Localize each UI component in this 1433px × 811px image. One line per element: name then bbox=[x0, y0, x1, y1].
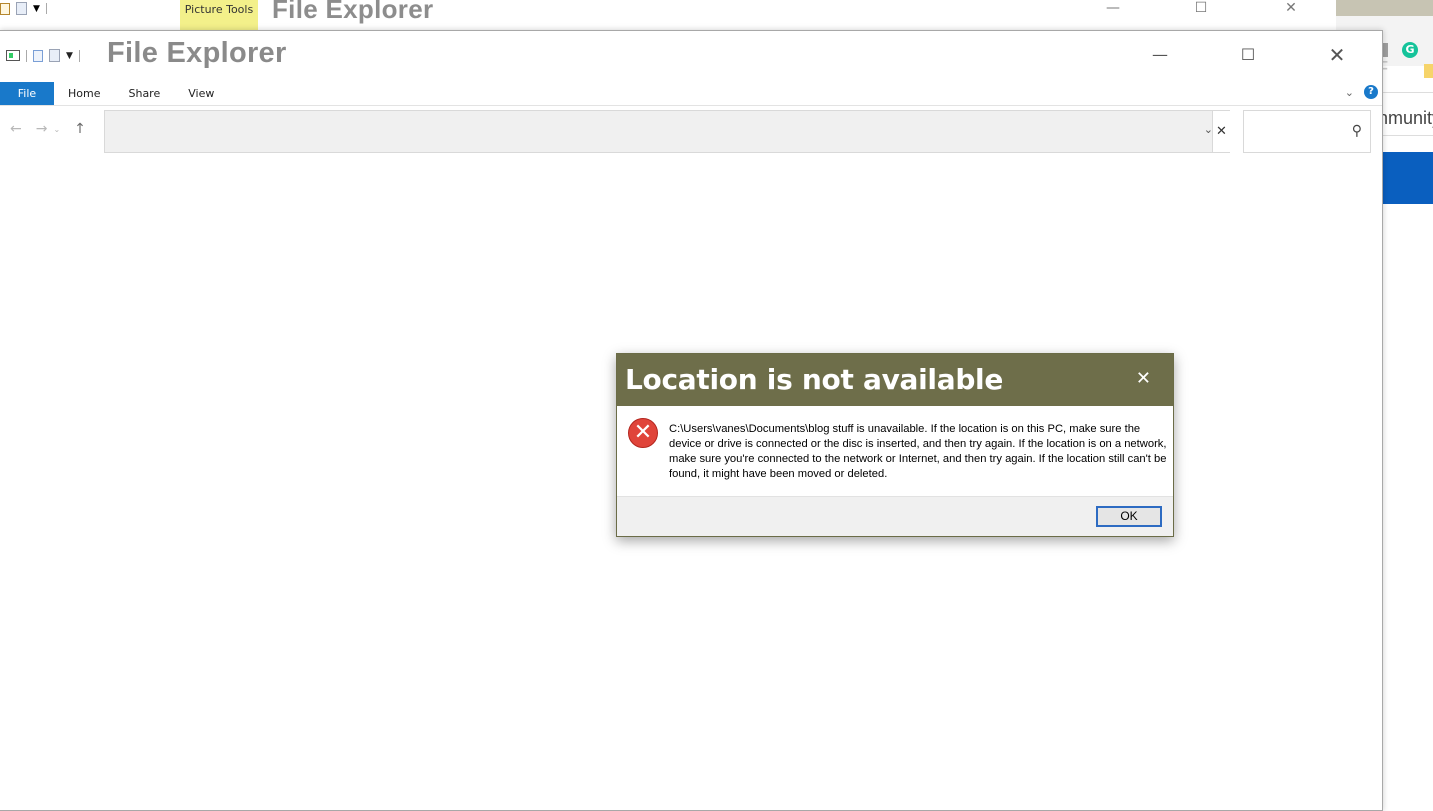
properties-icon[interactable] bbox=[6, 50, 20, 61]
dialog-close-button[interactable]: ✕ bbox=[1136, 368, 1151, 389]
tab-home[interactable]: Home bbox=[54, 82, 114, 105]
bookmark-icon[interactable] bbox=[1424, 64, 1433, 78]
grammarly-icon[interactable]: G bbox=[1402, 42, 1418, 58]
clear-address-icon[interactable]: ✕ bbox=[1212, 111, 1230, 152]
divider bbox=[26, 49, 27, 62]
browser-title-strip bbox=[1336, 0, 1433, 16]
blue-banner bbox=[1382, 152, 1433, 204]
back-arrow-icon[interactable]: ← bbox=[10, 121, 22, 137]
checkmark-icon[interactable] bbox=[33, 49, 43, 62]
divider bbox=[0, 105, 1382, 106]
search-input[interactable]: ⚲ bbox=[1243, 110, 1371, 153]
ribbon-tabs: File Home Share View bbox=[0, 82, 228, 105]
forward-arrow-icon[interactable]: → bbox=[36, 121, 48, 137]
background-quick-access: ▼ bbox=[0, 2, 47, 15]
recent-locations-icon[interactable]: ⌄ bbox=[53, 125, 60, 134]
properties-icon[interactable] bbox=[0, 2, 10, 15]
picture-tools-tab[interactable]: Picture Tools bbox=[180, 0, 258, 30]
divider bbox=[78, 49, 80, 62]
up-arrow-icon[interactable]: ↑ bbox=[74, 121, 86, 137]
minimize-button[interactable]: — bbox=[1137, 45, 1183, 64]
expand-ribbon-icon[interactable]: ⌄ bbox=[1345, 86, 1354, 99]
ribbon-right-controls: ⌄ ? bbox=[1345, 85, 1378, 99]
divider bbox=[45, 3, 47, 14]
window-title: File Explorer bbox=[107, 37, 287, 69]
divider bbox=[1382, 92, 1433, 93]
divider bbox=[1382, 135, 1433, 136]
dialog-footer: OK bbox=[617, 496, 1173, 536]
close-button[interactable]: ✕ bbox=[1314, 43, 1360, 67]
search-icon[interactable]: ⚲ bbox=[1352, 123, 1362, 139]
dialog-title: Location is not available bbox=[625, 363, 1004, 396]
tab-file[interactable]: File bbox=[0, 82, 54, 105]
customize-dropdown-icon[interactable]: ▼ bbox=[66, 51, 73, 61]
navigation-buttons: ← → ⌄ ↑ bbox=[10, 121, 86, 137]
tab-share[interactable]: Share bbox=[114, 82, 174, 105]
maximize-button[interactable]: ☐ bbox=[1225, 45, 1271, 64]
help-icon[interactable]: ? bbox=[1364, 85, 1378, 99]
ok-button[interactable]: OK bbox=[1096, 506, 1162, 527]
background-minimize-button[interactable]: — bbox=[1090, 0, 1136, 16]
new-folder-icon[interactable] bbox=[16, 2, 27, 15]
background-close-button[interactable]: ✕ bbox=[1268, 0, 1314, 16]
new-folder-icon[interactable] bbox=[49, 49, 60, 62]
location-error-dialog: Location is not available ✕ ✕ C:\Users\v… bbox=[616, 353, 1174, 537]
dialog-title-bar[interactable]: Location is not available ✕ bbox=[617, 354, 1173, 406]
background-maximize-button[interactable]: ☐ bbox=[1178, 0, 1224, 16]
dialog-body: ✕ C:\Users\vanes\Documents\blog stuff is… bbox=[617, 406, 1173, 496]
error-icon: ✕ bbox=[628, 418, 658, 448]
quick-access-toolbar: ▼ bbox=[6, 49, 80, 62]
background-window: ▼ Picture Tools File Explorer — ☐ ✕ bbox=[0, 0, 1337, 30]
partial-heading: nmunity bbox=[1378, 108, 1433, 128]
dropdown-icon[interactable]: ▼ bbox=[33, 4, 40, 14]
address-bar[interactable]: ⌄ ✕ bbox=[104, 110, 1230, 153]
dialog-message: C:\Users\vanes\Documents\blog stuff is u… bbox=[669, 423, 1167, 480]
tab-view[interactable]: View bbox=[174, 82, 228, 105]
background-window-title: File Explorer bbox=[272, 0, 434, 24]
